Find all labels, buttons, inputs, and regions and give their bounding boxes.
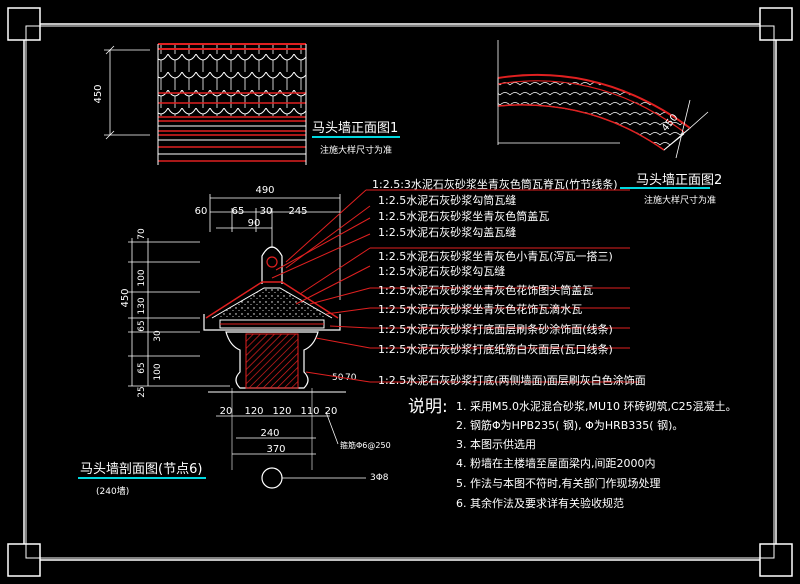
- callout-7: 1:2.5水泥石灰砂浆坐青灰色花饰图头筒盖瓦: [378, 283, 593, 297]
- callout-1: 1:2.5:3水泥石灰砂浆坐青灰色筒瓦脊瓦(竹节线条): [372, 177, 618, 191]
- note-1: 1. 采用M5.0水泥混合砂浆,MU10 环砖砌筑,C25混凝土。: [456, 399, 737, 413]
- note-5: 5. 作法与本图不符时,有关部门作现场处理: [456, 476, 661, 490]
- dim-b240: 240: [260, 428, 279, 439]
- pile-label: 3Φ8: [370, 473, 389, 483]
- dim-130: 130: [137, 297, 147, 314]
- height-dimension: [104, 45, 150, 140]
- section-title: 马头墙剖面图(节点6): [80, 462, 202, 477]
- dim-65: 65: [232, 206, 245, 217]
- notes-heading: 说明:: [408, 397, 448, 417]
- dim-30b: 30: [153, 330, 163, 342]
- front-view-1-subtitle: 注施大样尺寸为准: [320, 144, 392, 156]
- front-view-2-subtitle: 注施大样尺寸为准: [644, 194, 716, 206]
- callout-10: 1:2.5水泥石灰砂浆打底纸筋白灰面层(瓦口线条): [378, 342, 613, 356]
- rebar-label: 箍筋Φ6@250: [340, 440, 391, 450]
- callout-2: 1:2.5水泥石灰砂浆勾筒瓦缝: [378, 193, 516, 207]
- callout-4: 1:2.5水泥石灰砂浆勾盖瓦缝: [378, 225, 516, 239]
- tile-rows: [158, 44, 306, 90]
- front-view-2-title: 马头墙正面图2: [636, 173, 722, 188]
- dim-b110: 110: [300, 406, 319, 417]
- callout-3: 1:2.5水泥石灰砂浆坐青灰色筒盖瓦: [378, 209, 549, 223]
- note-6: 6. 其余作法及要求详有关验收规范: [456, 496, 624, 510]
- dim-490: 490: [255, 185, 274, 196]
- note-2: 2. 钢筋Φ为HPB235( 钢), Φ为HRB335( 钢)。: [456, 418, 683, 432]
- dim-b20: 20: [220, 406, 233, 417]
- dim-60: 60: [195, 206, 208, 217]
- dim-245: 245: [288, 206, 307, 217]
- callout-9: 1:2.5水泥石灰砂浆打底面层刷条砂涂饰面(线条): [378, 322, 613, 336]
- dim-450: 450: [120, 288, 131, 307]
- dim-b370: 370: [266, 444, 285, 455]
- cad-drawing: 450 马头墙正面图1 注施大样尺寸为准 450 马头墙正面图2 注施大样尺寸为…: [7, 7, 793, 577]
- callout-8: 1:2.5水泥石灰砂浆坐青灰色花饰瓦滴水瓦: [378, 302, 582, 316]
- section-subtitle: (240墙): [96, 485, 129, 497]
- section-view: 490 60 65 30 245 90 70 100 450 130 65 30…: [78, 185, 391, 497]
- notes: 说明: 1. 采用M5.0水泥混合砂浆,MU10 环砖砌筑,C25混凝土。 2.…: [408, 397, 737, 510]
- dim-65c: 65: [137, 362, 147, 373]
- front-view-1: 450 马头墙正面图1 注施大样尺寸为准: [93, 43, 400, 165]
- height-dim-label: 450: [93, 84, 104, 103]
- dim-100: 100: [137, 269, 147, 286]
- dim-30: 30: [260, 206, 273, 217]
- callout-5: 1:2.5水泥石灰砂浆坐青灰色小青瓦(泻瓦一搭三): [378, 249, 613, 263]
- dim-90: 90: [248, 218, 261, 229]
- dim-b20b: 20: [325, 406, 338, 417]
- front-view-1-title: 马头墙正面图1: [312, 121, 398, 136]
- dim-65b: 65: [137, 320, 147, 331]
- dim-70: 70: [137, 228, 147, 240]
- callout-6: 1:2.5水泥石灰砂浆勾瓦缝: [378, 264, 505, 278]
- callout-11: 1:2.5水泥石灰砂浆打底(两侧墙面)面层刷灰白色涂饰面: [378, 373, 646, 387]
- dim-b120b: 120: [272, 406, 291, 417]
- dim-b120a: 120: [244, 406, 263, 417]
- note-4: 4. 粉墙在主楼墙至屋面梁内,间距2000内: [456, 456, 655, 470]
- pile-circle: [261, 467, 283, 489]
- dim-100b: 100: [153, 363, 163, 380]
- dim-25: 25: [137, 386, 147, 397]
- callout-labels: 1:2.5:3水泥石灰砂浆坐青灰色筒瓦脊瓦(竹节线条) 1:2.5水泥石灰砂浆勾…: [372, 177, 646, 387]
- note-3: 3. 本图示供选用: [456, 437, 536, 451]
